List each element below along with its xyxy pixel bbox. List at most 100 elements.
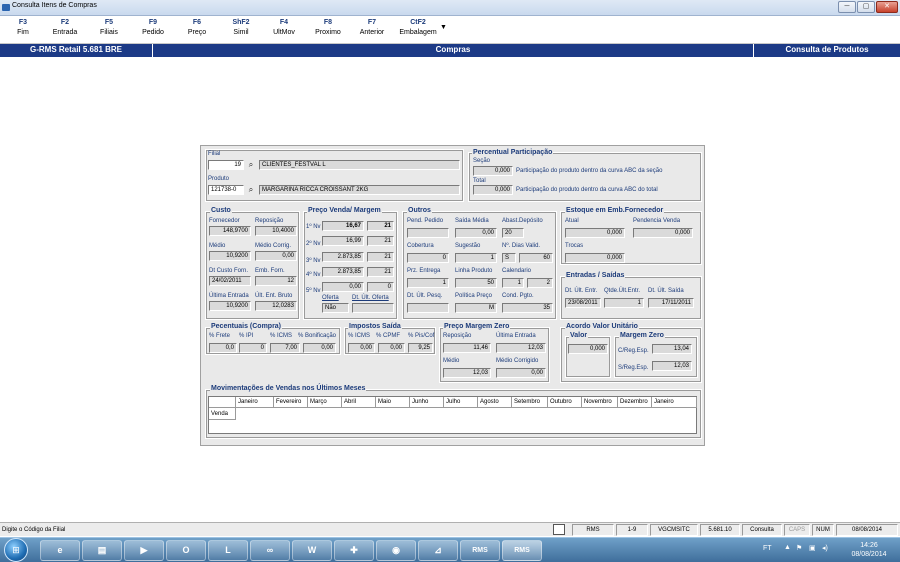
start-button[interactable]: ⊞ (4, 538, 28, 562)
rms-active-icon[interactable]: RMS (502, 540, 542, 561)
media-player-icon[interactable]: ▶ (124, 540, 164, 561)
produto-code-input[interactable]: 121738-0 (208, 185, 244, 195)
fkey-proximo[interactable]: F8 Proximo (308, 18, 348, 39)
fkey-ultmov[interactable]: F4 UltMov (264, 18, 304, 39)
creg-label: C/Reg.Esp. (618, 348, 649, 354)
month-header[interactable]: Dezembro (618, 397, 652, 408)
estoque-atual: 0,000 (565, 228, 625, 238)
month-header[interactable]: Novembro (582, 397, 618, 408)
month-header[interactable]: Abril (342, 397, 376, 408)
volume-icon[interactable]: ◂) (822, 544, 828, 552)
product-version: G-RMS Retail 5.681 BRE (29, 45, 123, 54)
qtde-nivel-1: 21 (367, 221, 394, 231)
mz-medio-corrig-label: Médio Corrigido (496, 358, 539, 364)
preco-venda-title: Preço Venda/ Margem (307, 207, 382, 215)
clock-time: 14:26 (860, 542, 878, 549)
produto-label: Produto (208, 176, 230, 182)
month-header[interactable]: Julho (444, 397, 478, 408)
reposicao-label: Reposição (255, 218, 284, 224)
page-icon (553, 524, 565, 535)
binoculars-search-icon[interactable]: ⌕ (246, 185, 256, 194)
total-label: Total (473, 178, 486, 184)
status-app: RMS (572, 524, 614, 536)
product-query-panel: Filial 19 ⌕ CLIENTES_FESTVAL L Produto 1… (200, 145, 705, 446)
lync-icon[interactable]: L (208, 540, 248, 561)
saida-media-label: Saída Média (455, 218, 489, 224)
month-header[interactable]: Janeiro (652, 397, 697, 408)
fkey-preco[interactable]: F6 Preço (177, 18, 217, 39)
custo-medio-corrig: 0,00 (255, 251, 297, 261)
calendario-label: Calendario (502, 268, 532, 274)
maximize-button[interactable]: ▢ (857, 1, 875, 13)
dt-ult-entr: 23/08/2011 (565, 298, 601, 308)
entradas-saidas-title: Entradas / Saídas (565, 272, 626, 280)
movimentacoes-grid[interactable]: Janeiro Fevereiro Março Abril Maio Junho… (208, 396, 697, 434)
month-header[interactable]: Agosto (478, 397, 512, 408)
window-titlebar: Consulta Itens de Compras ─ ▢ ✕ (0, 0, 900, 16)
function-key-toolbar: F3 Fim F2 Entrada F5 Filiais F9 Pedido F6 Pre… (0, 16, 900, 44)
word-icon[interactable]: W (292, 540, 332, 561)
pend-pedido (407, 228, 449, 238)
month-header[interactable]: Maio (376, 397, 410, 408)
toolbar-overflow-icon[interactable]: ▼ (440, 24, 447, 31)
percentual-participacao-title: Percentual Participação (472, 149, 554, 157)
app-infinity-icon[interactable]: ∞ (250, 540, 290, 561)
dt-ult-entr-label: Dt. Últ. Entr. (565, 288, 598, 294)
pendencia-venda: 0,000 (633, 228, 693, 238)
ult-ent-bruto-label: Últ. Ent. Bruto (255, 293, 293, 299)
ie-icon[interactable]: e (40, 540, 80, 561)
app-cross-icon[interactable]: ✚ (334, 540, 374, 561)
month-header[interactable]: Março (308, 397, 342, 408)
pdf-icon[interactable]: ⊿ (418, 540, 458, 561)
pendencia-label: Pendencia Venda (633, 218, 681, 224)
prz-entrega-label: Prz. Entrega (407, 268, 441, 274)
secao-value: 0,000 (473, 166, 513, 176)
rms-icon[interactable]: RMS (460, 540, 500, 561)
fkey-simil[interactable]: ShF2 Simil (221, 18, 261, 39)
month-header[interactable]: Janeiro (236, 397, 274, 408)
perc-icms-compra: 7,00 (270, 343, 300, 353)
preco-nivel-3: 2.873,85 (322, 252, 364, 262)
pis-cof-label: % Pis/Cof (408, 333, 435, 339)
month-header[interactable]: Fevereiro (274, 397, 308, 408)
fkey-anterior[interactable]: F7 Anterior (352, 18, 392, 39)
fkey-embalagem[interactable]: CtF2 Embalagem (396, 18, 440, 39)
filial-label: Filial (208, 151, 221, 157)
close-button[interactable]: ✕ (876, 1, 898, 13)
cond-pgto-label: Cond. Pgto. (502, 293, 534, 299)
fkey-pedido[interactable]: F9 Pedido (133, 18, 173, 39)
preco-margem-zero-title: Preço Margem Zero (443, 323, 511, 331)
dt-ult-oferta-label: Dt. Últ. Oferta (352, 295, 389, 301)
nivel-label: 1º Nv (306, 224, 321, 230)
secao-label: Seção (473, 158, 491, 164)
month-header[interactable]: Junho (410, 397, 444, 408)
imp-icms-saida: 0,00 (348, 343, 375, 353)
network-icon[interactable]: ▣ (809, 544, 816, 552)
show-hidden-icons-icon[interactable]: ▲ (784, 544, 791, 551)
acordo-valor-title: Acordo Valor Unitário (565, 323, 639, 331)
qtde-ult-entr: 1 (604, 298, 644, 308)
fornecedor-label: Fornecedor (209, 218, 240, 224)
app-globe-icon[interactable]: ◉ (376, 540, 416, 561)
outlook-icon[interactable]: O (166, 540, 206, 561)
minimize-button[interactable]: ─ (838, 1, 856, 13)
tray-flag-icon[interactable]: ⚑ (796, 544, 802, 552)
prz-entrega: 1 (407, 278, 449, 288)
icms-saida-label: % ICMS (348, 333, 371, 339)
filial-code-input[interactable]: 19 (208, 160, 244, 170)
clock[interactable]: 14:26 08/08/2014 (842, 541, 896, 559)
language-indicator[interactable]: FT (763, 545, 772, 552)
total-value: 0,000 (473, 185, 513, 195)
fkey-fim[interactable]: F3 Fim (3, 18, 43, 39)
month-header[interactable]: Setembro (512, 397, 548, 408)
explorer-icon[interactable]: ▤ (82, 540, 122, 561)
cpmf-label: % CPMF (376, 333, 400, 339)
status-version: 5.681.10 (700, 524, 740, 536)
cobertura-label: Cobertura (407, 243, 434, 249)
fkey-filiais[interactable]: F5 Filiais (89, 18, 129, 39)
fkey-entrada[interactable]: F2 Entrada (45, 18, 85, 39)
binoculars-search-icon[interactable]: ⌕ (246, 160, 256, 169)
cobertura: 0 (407, 253, 449, 263)
imp-cpmf: 0,00 (378, 343, 405, 353)
month-header[interactable]: Outubro (548, 397, 582, 408)
